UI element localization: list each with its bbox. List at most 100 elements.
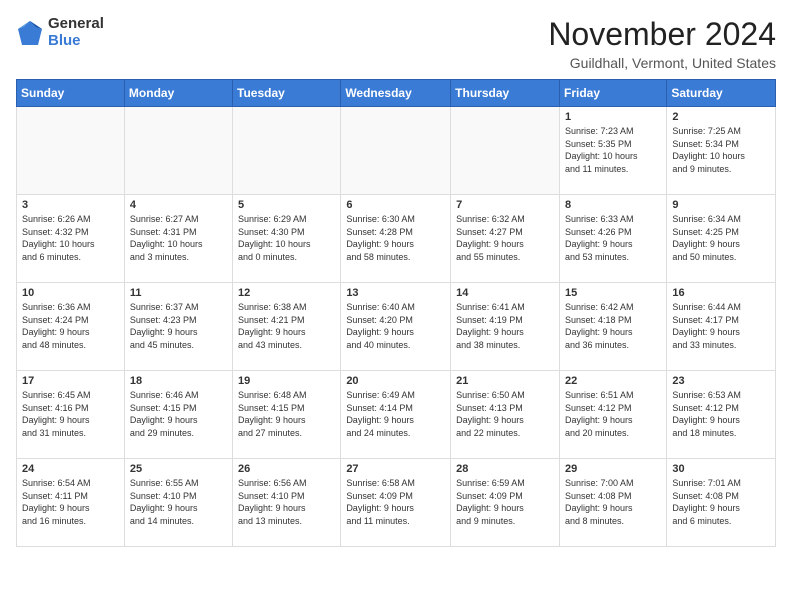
day-number: 29 <box>565 463 661 475</box>
calendar-cell: 17 Sunrise: 6:45 AM Sunset: 4:16 PM Dayli… <box>17 371 125 459</box>
day-info: Sunrise: 6:54 AM Sunset: 4:11 PM Dayligh… <box>22 477 119 527</box>
calendar-cell: 26Sunrise: 6:56 AM Sunset: 4:10 PM Dayli… <box>233 459 341 547</box>
day-info: Sunrise: 6:58 AM Sunset: 4:09 PM Dayligh… <box>346 477 445 527</box>
day-info: Sunrise: 6:40 AM Sunset: 4:20 PM Dayligh… <box>346 301 445 351</box>
logo: General Blue <box>16 16 104 49</box>
day-number: 20 <box>346 375 445 387</box>
day-number: 25 <box>130 463 227 475</box>
day-info: Sunrise: 6:38 AM Sunset: 4:21 PM Dayligh… <box>238 301 335 351</box>
title-area: November 2024 Guildhall, Vermont, United… <box>548 16 776 71</box>
weekday-header-monday: Monday <box>124 80 232 107</box>
day-number: 8 <box>565 199 661 211</box>
calendar-cell: 14 Sunrise: 6:41 AM Sunset: 4:19 PM Dayli… <box>451 283 560 371</box>
day-info: Sunrise: 6:32 AM Sunset: 4:27 PM Dayligh… <box>456 213 554 263</box>
calendar-cell: 2 Sunrise: 7:25 AM Sunset: 5:34 PM Daylig… <box>667 107 776 195</box>
day-info: Sunrise: 6:37 AM Sunset: 4:23 PM Dayligh… <box>130 301 227 351</box>
calendar-cell: 4 Sunrise: 6:27 AM Sunset: 4:31 PM Daylig… <box>124 195 232 283</box>
day-number: 24 <box>22 463 119 475</box>
calendar-cell <box>124 107 232 195</box>
day-info: Sunrise: 6:44 AM Sunset: 4:17 PM Dayligh… <box>672 301 770 351</box>
logo-general: General <box>48 16 104 33</box>
weekday-header-sunday: Sunday <box>17 80 125 107</box>
calendar-cell <box>341 107 451 195</box>
day-info: Sunrise: 6:33 AM Sunset: 4:26 PM Dayligh… <box>565 213 661 263</box>
day-info: Sunrise: 6:51 AM Sunset: 4:12 PM Dayligh… <box>565 389 661 439</box>
day-number: 19 <box>238 375 335 387</box>
day-info: Sunrise: 6:53 AM Sunset: 4:12 PM Dayligh… <box>672 389 770 439</box>
day-info: Sunrise: 6:49 AM Sunset: 4:14 PM Dayligh… <box>346 389 445 439</box>
logo-blue: Blue <box>48 33 104 50</box>
month-title: November 2024 <box>548 16 776 53</box>
calendar-week-row: 17 Sunrise: 6:45 AM Sunset: 4:16 PM Dayli… <box>17 371 776 459</box>
day-info: Sunrise: 7:00 AM Sunset: 4:08 PM Dayligh… <box>565 477 661 527</box>
calendar-cell <box>451 107 560 195</box>
weekday-header-saturday: Saturday <box>667 80 776 107</box>
day-number: 15 <box>565 287 661 299</box>
day-number: 22 <box>565 375 661 387</box>
day-info: Sunrise: 6:42 AM Sunset: 4:18 PM Dayligh… <box>565 301 661 351</box>
day-number: 9 <box>672 199 770 211</box>
calendar-cell: 21 Sunrise: 6:50 AM Sunset: 4:13 PM Dayli… <box>451 371 560 459</box>
calendar-cell: 20 Sunrise: 6:49 AM Sunset: 4:14 PM Dayli… <box>341 371 451 459</box>
calendar-cell <box>233 107 341 195</box>
day-info: Sunrise: 6:41 AM Sunset: 4:19 PM Dayligh… <box>456 301 554 351</box>
calendar-week-row: 24 Sunrise: 6:54 AM Sunset: 4:11 PM Dayli… <box>17 459 776 547</box>
calendar-cell: 9 Sunrise: 6:34 AM Sunset: 4:25 PM Daylig… <box>667 195 776 283</box>
day-number: 10 <box>22 287 119 299</box>
day-number: 16 <box>672 287 770 299</box>
calendar-cell: 22 Sunrise: 6:51 AM Sunset: 4:12 PM Dayli… <box>559 371 666 459</box>
calendar-week-row: 3 Sunrise: 6:26 AM Sunset: 4:32 PM Daylig… <box>17 195 776 283</box>
calendar-cell: 11 Sunrise: 6:37 AM Sunset: 4:23 PM Dayli… <box>124 283 232 371</box>
calendar-cell: 3 Sunrise: 6:26 AM Sunset: 4:32 PM Daylig… <box>17 195 125 283</box>
calendar-cell: 27 Sunrise: 6:58 AM Sunset: 4:09 PM Dayli… <box>341 459 451 547</box>
day-info: Sunrise: 6:26 AM Sunset: 4:32 PM Dayligh… <box>22 213 119 263</box>
day-number: 14 <box>456 287 554 299</box>
day-number: 2 <box>672 111 770 123</box>
calendar-week-row: 1Sunrise: 7:23 AM Sunset: 5:35 PM Daylig… <box>17 107 776 195</box>
day-number: 12 <box>238 287 335 299</box>
day-info: Sunrise: 6:59 AM Sunset: 4:09 PM Dayligh… <box>456 477 554 527</box>
page-header: General Blue November 2024 Guildhall, Ve… <box>16 16 776 71</box>
day-info: Sunrise: 6:55 AM Sunset: 4:10 PM Dayligh… <box>130 477 227 527</box>
calendar-cell: 1Sunrise: 7:23 AM Sunset: 5:35 PM Daylig… <box>559 107 666 195</box>
logo-icon <box>16 19 44 47</box>
weekday-header-tuesday: Tuesday <box>233 80 341 107</box>
calendar-cell: 16 Sunrise: 6:44 AM Sunset: 4:17 PM Dayli… <box>667 283 776 371</box>
calendar-cell: 28 Sunrise: 6:59 AM Sunset: 4:09 PM Dayli… <box>451 459 560 547</box>
day-number: 4 <box>130 199 227 211</box>
calendar-cell: 15 Sunrise: 6:42 AM Sunset: 4:18 PM Dayli… <box>559 283 666 371</box>
day-number: 21 <box>456 375 554 387</box>
day-number: 27 <box>346 463 445 475</box>
calendar-cell: 19 Sunrise: 6:48 AM Sunset: 4:15 PM Dayli… <box>233 371 341 459</box>
day-number: 30 <box>672 463 770 475</box>
weekday-header-row: SundayMondayTuesdayWednesdayThursdayFrid… <box>17 80 776 107</box>
day-number: 18 <box>130 375 227 387</box>
day-info: Sunrise: 6:50 AM Sunset: 4:13 PM Dayligh… <box>456 389 554 439</box>
day-info: Sunrise: 6:48 AM Sunset: 4:15 PM Dayligh… <box>238 389 335 439</box>
day-number: 3 <box>22 199 119 211</box>
day-info: Sunrise: 6:30 AM Sunset: 4:28 PM Dayligh… <box>346 213 445 263</box>
calendar-cell: 12 Sunrise: 6:38 AM Sunset: 4:21 PM Dayli… <box>233 283 341 371</box>
day-info: Sunrise: 7:01 AM Sunset: 4:08 PM Dayligh… <box>672 477 770 527</box>
day-number: 7 <box>456 199 554 211</box>
day-number: 11 <box>130 287 227 299</box>
day-info: Sunrise: 7:25 AM Sunset: 5:34 PM Dayligh… <box>672 125 770 175</box>
calendar-cell: 8 Sunrise: 6:33 AM Sunset: 4:26 PM Daylig… <box>559 195 666 283</box>
day-info: Sunrise: 6:46 AM Sunset: 4:15 PM Dayligh… <box>130 389 227 439</box>
day-number: 13 <box>346 287 445 299</box>
calendar-cell: 18 Sunrise: 6:46 AM Sunset: 4:15 PM Dayli… <box>124 371 232 459</box>
calendar-cell <box>17 107 125 195</box>
calendar-cell: 13 Sunrise: 6:40 AM Sunset: 4:20 PM Dayli… <box>341 283 451 371</box>
day-info: Sunrise: 6:27 AM Sunset: 4:31 PM Dayligh… <box>130 213 227 263</box>
day-info: Sunrise: 6:36 AM Sunset: 4:24 PM Dayligh… <box>22 301 119 351</box>
day-info: Sunrise: 6:45 AM Sunset: 4:16 PM Dayligh… <box>22 389 119 439</box>
calendar-cell: 24 Sunrise: 6:54 AM Sunset: 4:11 PM Dayli… <box>17 459 125 547</box>
day-number: 23 <box>672 375 770 387</box>
day-number: 28 <box>456 463 554 475</box>
day-info: Sunrise: 6:34 AM Sunset: 4:25 PM Dayligh… <box>672 213 770 263</box>
calendar-cell: 23 Sunrise: 6:53 AM Sunset: 4:12 PM Dayli… <box>667 371 776 459</box>
day-number: 17 <box>22 375 119 387</box>
weekday-header-wednesday: Wednesday <box>341 80 451 107</box>
calendar-cell: 5Sunrise: 6:29 AM Sunset: 4:30 PM Daylig… <box>233 195 341 283</box>
day-number: 1 <box>565 111 661 123</box>
